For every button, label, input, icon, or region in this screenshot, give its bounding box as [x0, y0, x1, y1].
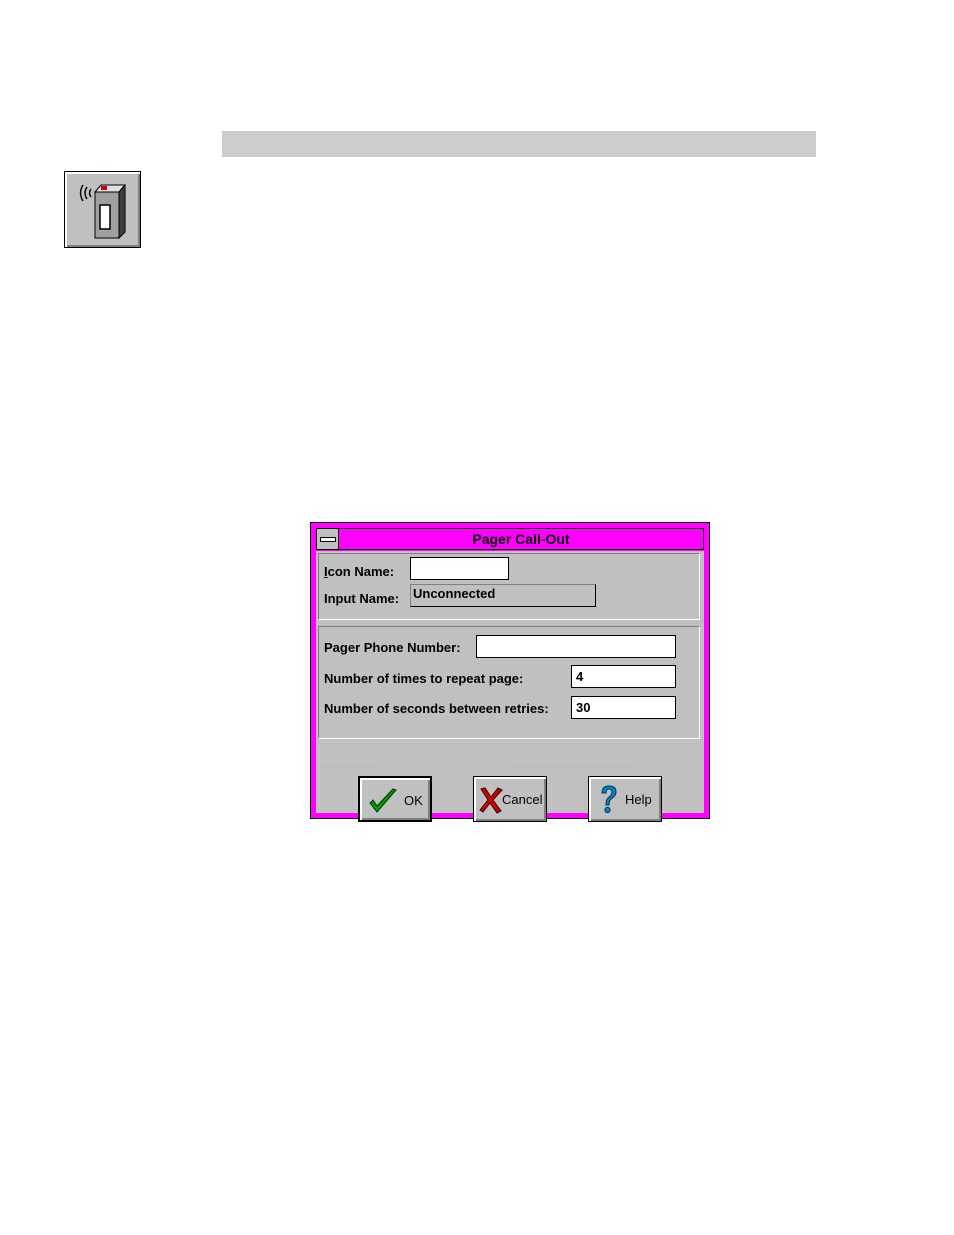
- icon-name-label: Icon Name:: [324, 564, 395, 579]
- pager-tool-button[interactable]: [64, 171, 141, 248]
- input-name-label: Input Name:: [324, 591, 400, 606]
- system-menu-button[interactable]: [317, 529, 339, 549]
- title-bar: Pager Call-Out: [316, 528, 704, 550]
- pager-callout-dialog: Pager Call-Out Icon Name: Input Name: Un…: [310, 522, 710, 822]
- pager-phone-label: Pager Phone Number:: [324, 640, 461, 655]
- help-button[interactable]: Help: [588, 776, 662, 822]
- checkmark-icon: [369, 788, 397, 813]
- ok-button-label: OK: [404, 793, 423, 808]
- help-button-label: Help: [625, 792, 652, 807]
- dialog-client-area: Icon Name: Input Name: Unconnected Pager…: [316, 551, 704, 822]
- retry-seconds-label: Number of seconds between retries:: [324, 701, 549, 716]
- identity-group: Icon Name: Input Name: Unconnected: [318, 553, 700, 620]
- cancel-button[interactable]: Cancel: [473, 776, 547, 822]
- cancel-button-label: Cancel: [502, 792, 543, 807]
- icon-name-field[interactable]: [410, 557, 509, 580]
- header-band: [222, 131, 816, 157]
- pager-icon: [79, 183, 127, 240]
- pager-phone-field[interactable]: [476, 635, 676, 658]
- repeat-count-label: Number of times to repeat page:: [324, 671, 524, 686]
- question-mark-icon: [601, 785, 617, 814]
- dialog-title: Pager Call-Out: [472, 531, 570, 547]
- red-x-icon: [479, 787, 503, 814]
- retry-seconds-field[interactable]: 30: [571, 696, 676, 719]
- repeat-count-field[interactable]: 4: [571, 665, 676, 688]
- ok-button[interactable]: OK: [358, 776, 432, 822]
- pager-settings-group: Pager Phone Number: Number of times to r…: [318, 626, 700, 739]
- system-menu-icon: [320, 537, 336, 542]
- input-name-value: Unconnected: [410, 584, 596, 607]
